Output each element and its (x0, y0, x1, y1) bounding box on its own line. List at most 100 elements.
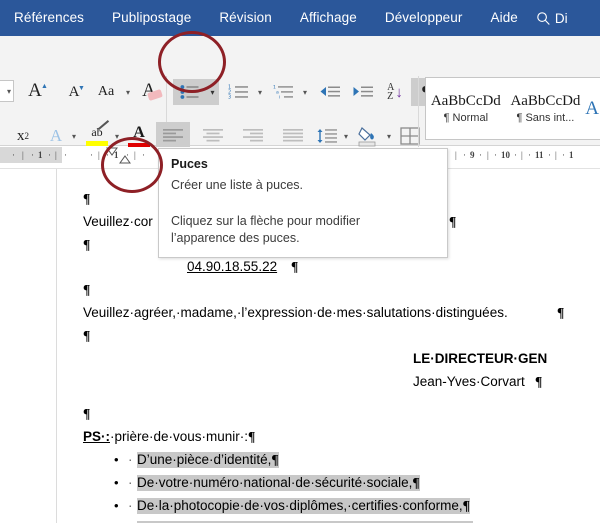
ruler-tick: 1 (569, 150, 574, 160)
sort-az-icon: A Z (387, 82, 395, 102)
paragraph-mark: ¶ (462, 498, 470, 513)
styles-gallery: AaBbCcDd ¶ Normal AaBbCcDd ¶ Sans int...… (425, 77, 600, 140)
svg-text:3: 3 (228, 95, 231, 100)
grow-font-button[interactable]: A ▲ (20, 78, 50, 104)
tab-developpeur[interactable]: Développeur (371, 0, 477, 36)
director-name: Jean-Yves·Corvart (413, 374, 525, 389)
first-line-indent-marker[interactable] (105, 147, 119, 156)
superscript-button[interactable]: x 2 (6, 124, 40, 148)
highlight-button[interactable]: ab (82, 120, 112, 150)
sort-button[interactable]: A Z ↓ (381, 80, 409, 104)
decrease-indent-icon (320, 86, 340, 97)
align-left-button[interactable] (156, 122, 190, 150)
ruler-tick: · (142, 150, 145, 160)
ruler-tick: 1 (38, 150, 43, 160)
shading-chevron-down-icon[interactable]: ▾ (383, 128, 395, 144)
ruler-tick: | (455, 150, 457, 160)
paragraph-mark: ¶ (83, 328, 91, 343)
style-next-partial[interactable]: A (585, 78, 600, 139)
style-sans-interligne[interactable]: AaBbCcDd ¶ Sans int... (506, 78, 586, 139)
ruler-tick: · (463, 150, 466, 160)
text-effects-button[interactable]: A (42, 124, 70, 148)
bullet-space-mark: · (128, 475, 133, 490)
tooltip-title: Puces (171, 157, 208, 171)
line-spacing-chevron-down-icon[interactable]: ▾ (340, 128, 352, 144)
paragraph-mark: ¶ (449, 214, 457, 229)
tab-affichage[interactable]: Affichage (286, 0, 371, 36)
tab-aide[interactable]: Aide (477, 0, 532, 36)
tooltip-description: Créer une liste à puces. (171, 178, 304, 192)
line-spacing-button[interactable] (313, 124, 341, 148)
text-effects-chevron-down-icon[interactable]: ▾ (68, 128, 80, 144)
caret-up-icon: ▲ (41, 83, 48, 90)
bullets-tooltip: Puces Créer une liste à puces. Cliquez s… (158, 148, 448, 258)
bullets-button[interactable] (173, 79, 207, 105)
ruler-tick: · (494, 150, 497, 160)
change-case-button[interactable]: Aa (89, 80, 123, 104)
list-item: D’une·pièce·d’identité,¶ (137, 452, 279, 468)
numbered-list-icon: 1 2 3 (228, 85, 248, 100)
ruler-tick: 9 (470, 150, 475, 160)
ribbon-body: ▾ A ▲ A ▼ Aa ▾ A x 2 A ▾ ab ▾ A ▾ 1 2 3 … (0, 36, 600, 180)
numbering-chevron-down-icon[interactable]: ▾ (254, 84, 266, 100)
ruler-tick: · (64, 150, 67, 160)
ruler-tick: · (514, 150, 517, 160)
multilevel-chevron-down-icon[interactable]: ▾ (299, 84, 311, 100)
list-bullet: • (114, 498, 119, 513)
ruler-tick: · (479, 150, 482, 160)
hanging-indent-marker[interactable] (118, 155, 132, 165)
group-divider-2 (418, 76, 419, 152)
highlight-color-swatch (86, 141, 108, 146)
align-right-button[interactable] (236, 122, 270, 150)
paragraph-mark: ¶ (412, 475, 420, 490)
decrease-indent-button[interactable] (315, 81, 345, 103)
svg-text:i: i (279, 95, 280, 100)
numbering-button[interactable]: 1 2 3 (223, 81, 255, 103)
ruler-tick: · (12, 150, 15, 160)
ps-line: PS·:·prière·de·vous·munir·:¶ (83, 429, 255, 445)
justify-icon (283, 129, 303, 142)
line-greeting: Veuillez·cor (83, 214, 153, 229)
clear-formatting-button[interactable]: A (134, 78, 164, 104)
paragraph-mark: ¶ (83, 406, 91, 421)
increase-indent-icon (353, 86, 373, 97)
outline-a-icon: A (49, 126, 63, 145)
paragraph-mark: ¶ (83, 191, 91, 206)
search-icon (536, 11, 551, 26)
align-center-button[interactable] (196, 122, 230, 150)
list-bullet: • (114, 475, 119, 490)
ribbon-tab-bar: Références Publipostage Révision Afficha… (0, 0, 600, 36)
shrink-font-button[interactable]: A ▼ (59, 80, 89, 104)
tooltip-hint-line2: l’apparence des puces. (171, 231, 300, 245)
multilevel-list-button[interactable]: 1 a i (268, 81, 300, 103)
bullet-space-mark: · (128, 498, 133, 513)
search-label: Di (554, 10, 568, 26)
director-title: LE·DIRECTEUR·GEN (413, 351, 548, 366)
search-box[interactable]: Di (536, 11, 568, 26)
align-right-icon (243, 129, 263, 142)
ps-prefix: PS·: (83, 429, 110, 444)
ruler-tick: · (48, 150, 51, 160)
change-case-chevron-down-icon[interactable]: ▾ (122, 84, 134, 100)
highlight-chevron-down-icon[interactable]: ▾ (111, 128, 123, 144)
bullets-chevron-down-icon[interactable]: ▾ (206, 79, 219, 105)
paragraph-mark: ¶ (83, 237, 91, 252)
ruler-tick: · (90, 150, 93, 160)
justify-button[interactable] (276, 122, 310, 150)
increase-indent-button[interactable] (348, 81, 378, 103)
paragraph-mark: ¶ (248, 429, 256, 444)
multilevel-list-icon: 1 a i (273, 85, 293, 100)
shading-button[interactable] (354, 122, 384, 150)
tab-revision[interactable]: Révision (205, 0, 286, 36)
font-color-button[interactable]: A (124, 122, 154, 150)
font-size-dropdown[interactable]: ▾ (0, 80, 14, 102)
ruler-tick: | (98, 150, 100, 160)
ruler-tick: 10 (501, 150, 510, 160)
borders-button[interactable] (396, 124, 424, 148)
tab-publipostage[interactable]: Publipostage (98, 0, 205, 36)
style-normal[interactable]: AaBbCcDd ¶ Normal (426, 78, 506, 139)
tab-references[interactable]: Références (0, 0, 98, 36)
ruler-tick: · (562, 150, 565, 160)
line-spacing-icon (317, 129, 337, 143)
ruler-tick: | (55, 150, 57, 160)
